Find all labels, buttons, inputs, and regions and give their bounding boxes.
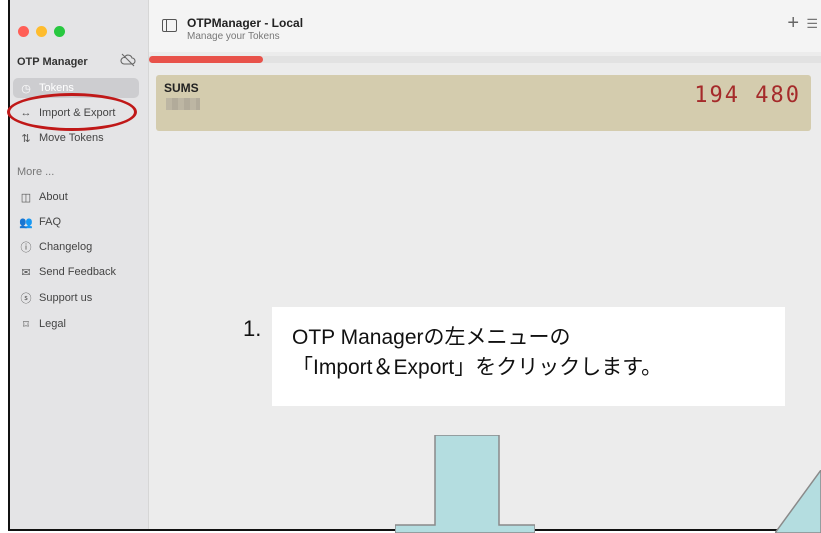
sidebar-item-faq[interactable]: 👥 FAQ — [13, 212, 139, 232]
instruction-callout: OTP Managerの左メニューの 「Import＆Export」をクリックし… — [272, 307, 785, 406]
sliders-icon[interactable]: ☰ — [806, 16, 818, 32]
instruction-line-2: 「Import＆Export」をクリックします。 — [292, 356, 663, 379]
sidebar-item-label: Move Tokens — [39, 132, 104, 144]
step-number: 1. — [243, 316, 262, 341]
sidebar-item-move-tokens[interactable]: ⇅ Move Tokens — [13, 128, 139, 148]
sidebar-item-label: FAQ — [39, 216, 62, 228]
mail-icon: ✉ — [21, 266, 31, 279]
sidebar-item-label: About — [39, 191, 68, 203]
bookmark-icon: ⌑ — [23, 318, 29, 331]
minimize-window-button[interactable] — [36, 26, 47, 37]
window-controls — [18, 26, 65, 37]
sidebar-item-changelog[interactable]: ⓘ Changelog — [13, 237, 139, 257]
window-title: OTPManager - Local — [187, 16, 304, 30]
add-token-button[interactable]: + — [787, 12, 799, 35]
sidebar-section-more: More ... — [17, 166, 55, 178]
sidebar-app-name: OTP Manager — [17, 56, 88, 68]
highlight-oval — [7, 93, 137, 131]
cloud-off-icon[interactable] — [120, 53, 136, 67]
sidebar-item-support-us[interactable]: ⓢ Support us — [13, 288, 139, 308]
sidebar-item-label: Legal — [39, 318, 66, 330]
people-icon: 👥 — [19, 216, 33, 229]
token-account-blurred — [166, 98, 200, 110]
token-code[interactable]: 194 480 — [694, 83, 801, 108]
corner-arrow-graphic — [775, 470, 821, 533]
sidebar-item-label: Support us — [39, 292, 93, 304]
sidebar-toggle-icon[interactable] — [162, 19, 177, 32]
sidebar-item-about[interactable]: ◫ About — [13, 187, 139, 207]
titlebar: OTPManager - Local Manage your Tokens + … — [149, 0, 821, 52]
sidebar-item-legal[interactable]: ⌑ Legal — [13, 314, 139, 334]
sidebar-item-send-feedback[interactable]: ✉ Send Feedback — [13, 262, 139, 282]
sidebar-item-label: Send Feedback — [39, 266, 117, 278]
down-arrow-graphic — [395, 435, 535, 533]
instruction-line-1: OTP Managerの左メニューの — [292, 326, 571, 349]
info-icon: ⓘ — [20, 242, 32, 254]
panel-icon: ◫ — [20, 191, 32, 204]
progress-fill — [149, 56, 264, 63]
close-window-button[interactable] — [18, 26, 29, 37]
token-card[interactable]: SUMS 194 480 — [156, 75, 811, 131]
dollar-icon: ⓢ — [20, 293, 32, 305]
window-subtitle: Manage your Tokens — [187, 31, 280, 42]
sidebar-item-label: Changelog — [39, 241, 93, 253]
token-name: SUMS — [164, 81, 199, 95]
maximize-window-button[interactable] — [54, 26, 65, 37]
clock-icon: ◷ — [21, 82, 31, 95]
progress-bar — [149, 56, 821, 63]
move-icon: ⇅ — [21, 132, 31, 145]
sidebar: OTP Manager ◷ Tokens ↔ Import & Export ⇅… — [10, 0, 149, 529]
